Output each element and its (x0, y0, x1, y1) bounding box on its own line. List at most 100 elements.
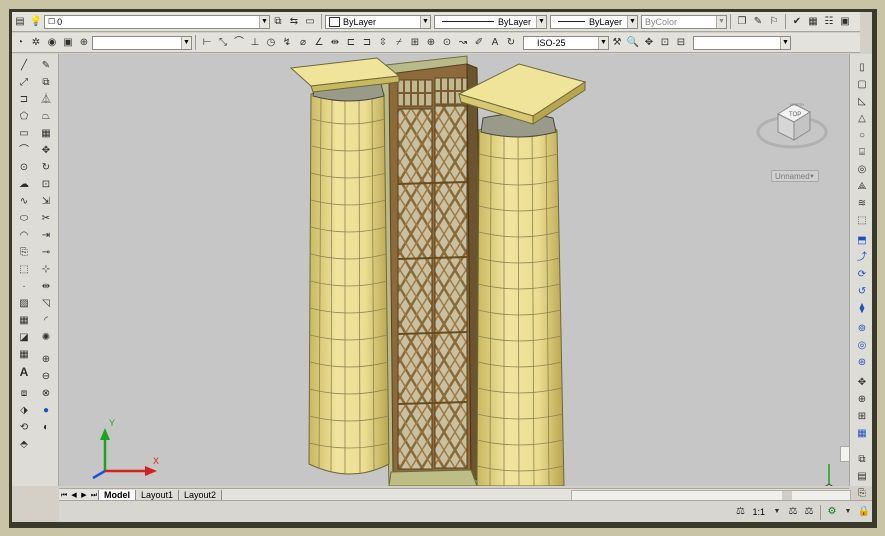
union-icon[interactable]: ⊕ (39, 353, 53, 367)
ellipse-arc-icon[interactable]: ◠ (17, 229, 31, 243)
inspection-icon[interactable]: ⊙ (440, 36, 454, 50)
move-icon[interactable]: ✥ (39, 144, 53, 158)
dimension-break-icon[interactable]: ⌿ (392, 36, 406, 50)
lock-ui-icon[interactable]: 🔒 (857, 505, 871, 519)
match-properties-icon[interactable]: ✔ (790, 15, 804, 29)
region-icon[interactable]: ◪ (17, 331, 31, 345)
break-at-point-icon[interactable]: ⊸ (39, 246, 53, 260)
markup-icon[interactable]: ⚐ (767, 15, 781, 29)
pan-icon[interactable]: ✥ (642, 36, 656, 50)
layer-combo[interactable]: ☐ 0 ▼ (44, 14, 270, 29)
make-block-icon[interactable]: ⬚ (17, 263, 31, 277)
planar-surface-icon[interactable]: ⬚ (855, 214, 869, 228)
fillet-icon[interactable]: ◜ (39, 314, 53, 328)
ellipse-icon[interactable]: ⬭ (17, 212, 31, 226)
lineweight-combo[interactable]: ByLayer ▼ (550, 14, 638, 29)
table-icon[interactable]: ▦ (17, 348, 31, 362)
scale-icon[interactable]: ⊡ (39, 178, 53, 192)
dimension-update-icon[interactable]: ↻ (504, 36, 518, 50)
properties-icon[interactable]: ☷ (822, 15, 836, 29)
tab-layout2[interactable]: Layout2 (178, 489, 223, 501)
pyramid-icon[interactable]: ⟁ (855, 180, 869, 194)
aligned-dimension-icon[interactable]: ⤡ (216, 36, 230, 50)
spline-icon[interactable]: ∿ (17, 195, 31, 209)
extend-icon[interactable]: ⇥ (39, 229, 53, 243)
chamfer-icon[interactable]: ◹ (39, 297, 53, 311)
workspace-switching-icon[interactable]: ⚙ (825, 505, 839, 519)
layer-state-icon[interactable]: 💡 (29, 15, 43, 29)
jogged-dimension-icon[interactable]: ↯ (280, 36, 294, 50)
3d-rotate-icon[interactable]: ⊕ (855, 393, 869, 407)
union-solid-icon[interactable]: ⊚ (855, 322, 869, 336)
copy-clip-icon[interactable]: ⎘ (855, 487, 869, 501)
revision-cloud-icon[interactable]: ☁ (17, 178, 31, 192)
make-current-icon[interactable]: ⧉ (271, 15, 285, 29)
trim-icon[interactable]: ✂ (39, 212, 53, 226)
dimension-space-icon[interactable]: ⇳ (376, 36, 390, 50)
viewports-icon[interactable]: ▤ (855, 470, 869, 484)
helix-icon[interactable]: ≋ (855, 197, 869, 211)
dimension-text-edit-icon[interactable]: A (488, 36, 502, 50)
arc-icon[interactable]: ⌒ (17, 144, 31, 158)
drawing-viewport[interactable]: Y X TOP NORTH Unnamed ▼ (59, 54, 849, 486)
subtract-solid-icon[interactable]: ◎ (855, 339, 869, 353)
tolerance-icon[interactable]: ⊞ (408, 36, 422, 50)
windows-icon[interactable]: ❐ (735, 15, 749, 29)
box-solid-icon[interactable]: ▢ (855, 78, 869, 92)
sheet-set-icon[interactable]: ▣ (838, 15, 852, 29)
layer-off-icon[interactable]: ◔ (13, 36, 27, 50)
polygon-icon[interactable]: ⬠ (17, 110, 31, 124)
revolve-solid-icon[interactable]: ↺ (855, 285, 869, 299)
diameter-dimension-icon[interactable]: ⌀ (296, 36, 310, 50)
explode-icon[interactable]: ✺ (39, 331, 53, 345)
rectangle-icon[interactable]: ▭ (17, 127, 31, 141)
zoom-realtime-icon[interactable]: 🔍 (626, 36, 640, 50)
extrude-icon[interactable]: ⬗ (17, 404, 31, 418)
array-icon[interactable]: ▦ (39, 127, 53, 141)
layer-freeze-icon[interactable]: ✲ (29, 36, 43, 50)
annotation-visibility-icon[interactable]: ⚖ (786, 505, 800, 519)
subtract-icon[interactable]: ⊖ (39, 370, 53, 384)
sweep-icon[interactable]: ⟳ (855, 268, 869, 282)
baseline-dimension-icon[interactable]: ⊏ (344, 36, 358, 50)
cone-icon[interactable]: △ (855, 112, 869, 126)
horizontal-scroll-thumb[interactable] (782, 491, 792, 500)
layouts-icon[interactable]: ⧉ (855, 453, 869, 467)
presspull-icon[interactable]: ⬘ (17, 438, 31, 452)
wedge-icon[interactable]: ◺ (855, 95, 869, 109)
sphere-icon[interactable]: ● (39, 404, 53, 418)
copy-icon[interactable]: ⧉ (39, 76, 53, 90)
zoom-window-icon[interactable]: ⊡ (658, 36, 672, 50)
join-icon[interactable]: ⇹ (39, 280, 53, 294)
box-icon[interactable]: ⧈ (17, 387, 31, 401)
tool-palettes-icon[interactable]: ✎ (751, 15, 765, 29)
multiline-text-icon[interactable]: A (17, 365, 31, 379)
3d-array-icon[interactable]: ▦ (855, 427, 869, 441)
rotate-icon[interactable]: ↻ (39, 161, 53, 175)
quick-dimension-icon[interactable]: ⇹ (328, 36, 342, 50)
tab-model[interactable]: Model (98, 489, 136, 501)
next-tab-icon[interactable]: ▶ (80, 491, 88, 500)
arc-length-icon[interactable]: ⌒ (232, 36, 246, 50)
cylinder-icon[interactable]: ⌸ (855, 146, 869, 160)
circle-icon[interactable]: ⊙ (17, 161, 31, 175)
break-icon[interactable]: ⊹ (39, 263, 53, 277)
previous-tab-icon[interactable]: ◀ (70, 491, 78, 500)
last-tab-icon[interactable]: ⏭ (90, 491, 98, 500)
ucs-menu-button[interactable]: Unnamed ▼ (771, 170, 819, 182)
linear-dimension-icon[interactable]: ⊢ (200, 36, 214, 50)
hatch-icon[interactable]: ▨ (17, 297, 31, 311)
polyline-icon[interactable]: ⊐ (17, 93, 31, 107)
3d-align-icon[interactable]: ⊞ (855, 410, 869, 424)
construction-line-icon[interactable]: ⤢ (17, 76, 31, 90)
materials-icon[interactable]: ◐ (39, 421, 53, 435)
layer-manager-icon[interactable]: ▤ (13, 15, 27, 29)
gradient-icon[interactable]: ▦ (17, 314, 31, 328)
line-icon[interactable]: ╱ (17, 59, 31, 73)
offset-icon[interactable]: ⏢ (39, 110, 53, 124)
quickcalc-icon[interactable]: ▦ (806, 15, 820, 29)
first-tab-icon[interactable]: ⏮ (60, 491, 68, 500)
point-icon[interactable]: · (17, 280, 31, 294)
3d-move-icon[interactable]: ✥ (855, 376, 869, 390)
zoom-icon[interactable]: ⊕ (77, 36, 91, 50)
